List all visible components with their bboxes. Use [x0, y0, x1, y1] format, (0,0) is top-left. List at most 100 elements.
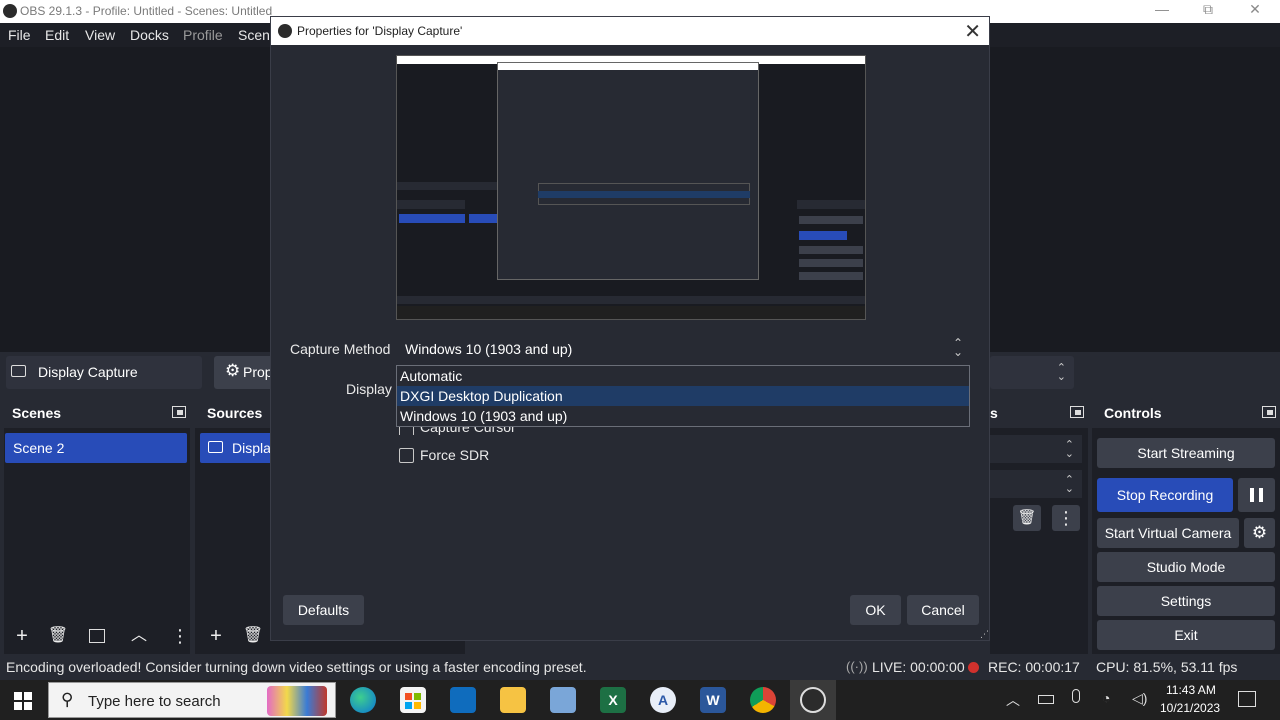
selected-source-box: Display Capture: [6, 356, 202, 389]
delete-scene-icon[interactable]: 🗑: [45, 623, 71, 649]
option-windows-10[interactable]: Windows 10 (1903 and up): [397, 406, 969, 426]
tray-expand-icon[interactable]: ︿: [1006, 690, 1020, 710]
search-highlight-image: [267, 686, 327, 716]
move-up-icon[interactable]: ︿: [126, 623, 152, 649]
capture-method-select[interactable]: Windows 10 (1903 and up) ⌃ ⌄: [396, 334, 971, 364]
start-streaming-button[interactable]: Start Streaming: [1097, 438, 1275, 468]
capture-method-value: Windows 10 (1903 and up): [405, 341, 573, 357]
source-item-display[interactable]: Displa: [200, 433, 280, 463]
properties-dialog: Properties for 'Display Capture' ✕ Captu…: [270, 16, 990, 641]
add-source-icon[interactable]: +: [203, 623, 229, 649]
start-virtual-camera-button[interactable]: Start Virtual Camera: [1097, 518, 1239, 548]
notification-icon[interactable]: [1238, 691, 1256, 707]
virtual-camera-settings-icon[interactable]: ⚙: [1244, 518, 1275, 548]
wifi-icon[interactable]: ◔: [1102, 690, 1110, 706]
obs-logo-icon: [3, 4, 17, 18]
force-sdr-checkbox[interactable]: [399, 448, 414, 463]
undock-icon[interactable]: [172, 406, 186, 418]
more-options-icon[interactable]: ⋮: [167, 623, 193, 649]
word-icon[interactable]: W: [700, 687, 726, 713]
restore-icon[interactable]: ⧉: [1198, 1, 1218, 18]
menu-view[interactable]: View: [85, 27, 115, 43]
dialog-title-bar: Properties for 'Display Capture' ✕: [271, 17, 989, 45]
scenes-header: Scenes: [4, 398, 190, 428]
option-automatic[interactable]: Automatic: [397, 366, 969, 386]
windows-start-icon[interactable]: [14, 692, 32, 710]
scenes-dock: Scenes Scene 2 + 🗑 ︿ ⋮: [4, 398, 190, 654]
updown-arrow-icon: ⌃ ⌄: [1064, 439, 1074, 460]
studio-mode-button[interactable]: Studio Mode: [1097, 552, 1275, 582]
capture-preview: [396, 55, 866, 320]
mixer-title: s: [990, 405, 998, 421]
option-label: DXGI Desktop Duplication: [400, 388, 563, 404]
excel-icon[interactable]: X: [600, 687, 626, 713]
menu-docks[interactable]: Docks: [130, 27, 169, 43]
rec-dot-icon: [968, 662, 979, 673]
mixer-header: s: [990, 398, 1088, 428]
volume-icon[interactable]: ◁): [1132, 690, 1147, 707]
file-explorer-icon[interactable]: [500, 687, 526, 713]
exit-button[interactable]: Exit: [1097, 620, 1275, 650]
menu-edit[interactable]: Edit: [45, 27, 69, 43]
network-icon: ((·)): [846, 659, 868, 674]
controls-title: Controls: [1104, 405, 1162, 421]
delete-source-icon[interactable]: 🗑: [240, 623, 266, 649]
pause-icon: [1250, 488, 1254, 502]
scene-filters-icon[interactable]: [84, 623, 110, 649]
nested-dialog: [497, 62, 759, 280]
source-name-label: Display Capture: [38, 364, 138, 380]
updown-arrow-icon: ⌃ ⌄: [1064, 474, 1074, 495]
delete-icon[interactable]: 🗑: [1013, 505, 1041, 531]
clock-date[interactable]: 10/21/2023: [1160, 701, 1220, 715]
minimize-icon[interactable]: —: [1152, 1, 1172, 17]
close-dialog-icon[interactable]: ✕: [964, 19, 981, 44]
obs-logo-icon: [278, 24, 292, 38]
menu-file[interactable]: File: [8, 27, 31, 43]
more-options-icon[interactable]: ⋮: [1052, 505, 1080, 531]
settings-button[interactable]: Settings: [1097, 586, 1275, 616]
microsoft-store-icon[interactable]: [400, 687, 426, 713]
mixer-dock: s ⌃ ⌄ ⌃ ⌄ 🗑 ⋮: [990, 398, 1088, 654]
chrome-icon[interactable]: [750, 687, 776, 713]
status-bar: Encoding overloaded! Consider turning do…: [0, 656, 1280, 680]
properties-label: Prop: [243, 364, 273, 380]
edge-browser-icon[interactable]: [350, 687, 376, 713]
sources-title: Sources: [207, 405, 263, 421]
undock-icon[interactable]: [1262, 406, 1276, 418]
stop-recording-button[interactable]: Stop Recording: [1097, 478, 1233, 512]
close-window-icon[interactable]: ✕: [1245, 1, 1265, 18]
undock-icon[interactable]: [1070, 406, 1084, 418]
clock-time[interactable]: 11:43 AM: [1166, 683, 1216, 697]
option-label: Automatic: [400, 368, 463, 384]
resize-grip-icon[interactable]: ⋰: [980, 629, 989, 640]
controls-header: Controls: [1092, 398, 1280, 428]
pause-icon-bar: [1259, 488, 1263, 502]
app-a-icon[interactable]: A: [650, 687, 676, 713]
obs-taskbar-icon[interactable]: [800, 687, 826, 713]
source-combo[interactable]: ⌃ ⌄: [990, 356, 1074, 389]
microphone-icon[interactable]: [1072, 689, 1080, 703]
defaults-button[interactable]: Defaults: [283, 595, 364, 625]
scene-item-scene-2[interactable]: Scene 2: [5, 433, 187, 463]
option-dxgi-desktop-duplication[interactable]: DXGI Desktop Duplication: [397, 386, 969, 406]
dialog-title: Properties for 'Display Capture': [297, 24, 463, 38]
search-placeholder: Type here to search: [88, 693, 221, 710]
display-label: Display: [346, 381, 392, 397]
status-message: Encoding overloaded! Consider turning do…: [6, 659, 587, 675]
cancel-button[interactable]: Cancel: [907, 595, 979, 625]
mail-icon[interactable]: [450, 687, 476, 713]
battery-icon[interactable]: [1038, 695, 1054, 704]
scenes-title: Scenes: [12, 405, 62, 421]
rec-timer: REC: 00:00:17: [988, 659, 1080, 675]
mixer-combo-2[interactable]: ⌃ ⌄: [990, 470, 1082, 498]
menu-profile[interactable]: Profile: [183, 27, 223, 43]
pause-recording-button[interactable]: [1238, 478, 1275, 512]
option-label: Windows 10 (1903 and up): [400, 408, 568, 424]
add-scene-icon[interactable]: +: [9, 623, 35, 649]
mixer-combo[interactable]: ⌃ ⌄: [990, 435, 1082, 463]
taskbar-search-box[interactable]: ⚲ Type here to search: [48, 682, 336, 718]
ok-button[interactable]: OK: [850, 595, 901, 625]
capture-method-dropdown: Automatic DXGI Desktop Duplication Windo…: [396, 365, 970, 427]
computer-icon[interactable]: [550, 687, 576, 713]
search-icon: ⚲: [61, 690, 74, 709]
